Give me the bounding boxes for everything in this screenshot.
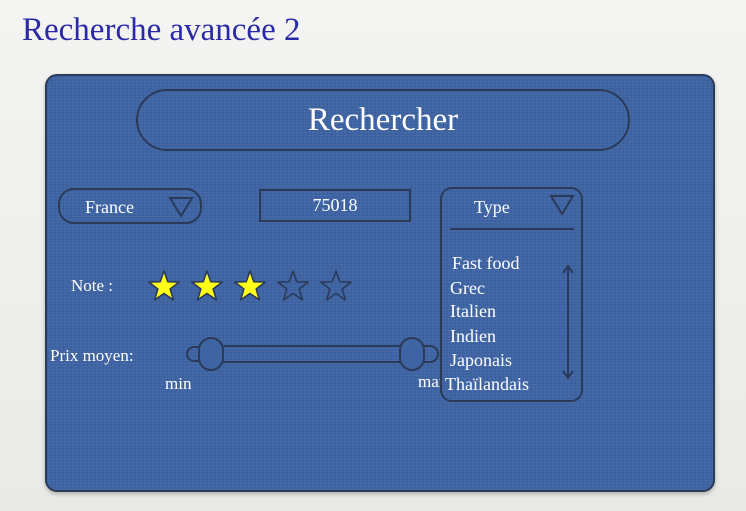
- country-select-value: France: [85, 197, 134, 217]
- type-option[interactable]: Thaïlandais: [445, 374, 529, 395]
- type-select: Type Fast food Grec Italien Indien Japon…: [440, 187, 583, 402]
- type-option[interactable]: Indien: [450, 326, 496, 347]
- price-slider-max-handle[interactable]: [399, 337, 425, 371]
- price-max-label: max: [418, 372, 440, 391]
- postal-code-field[interactable]: 75018: [259, 189, 411, 222]
- price-min-label: min: [165, 374, 192, 393]
- star-filled-icon[interactable]: [147, 269, 181, 303]
- type-select-divider: [450, 228, 574, 230]
- type-select-label: Type: [474, 197, 510, 217]
- slide-title: Recherche avancée 2: [22, 12, 301, 48]
- price-label: Prix moyen:: [50, 346, 134, 365]
- price-slider-min-handle[interactable]: [198, 337, 224, 371]
- type-option[interactable]: Italien: [450, 301, 496, 322]
- type-option[interactable]: Fast food: [452, 253, 520, 274]
- rating-label: Note :: [71, 276, 114, 295]
- country-select[interactable]: France: [58, 188, 202, 224]
- search-panel: Rechercher France 75018 Type Fast food G…: [45, 74, 715, 492]
- star-empty-icon[interactable]: [319, 269, 353, 303]
- scroll-arrows-icon[interactable]: [562, 263, 574, 381]
- dropdown-triangle-icon: [549, 195, 575, 216]
- star-filled-icon[interactable]: [190, 269, 224, 303]
- type-option[interactable]: Grec: [450, 278, 485, 299]
- dropdown-triangle-icon: [168, 197, 194, 218]
- star-empty-icon[interactable]: [276, 269, 310, 303]
- star-filled-icon[interactable]: [233, 269, 267, 303]
- type-option[interactable]: Japonais: [450, 350, 512, 371]
- type-select-header[interactable]: Type: [442, 189, 581, 229]
- search-button[interactable]: Rechercher: [136, 89, 630, 151]
